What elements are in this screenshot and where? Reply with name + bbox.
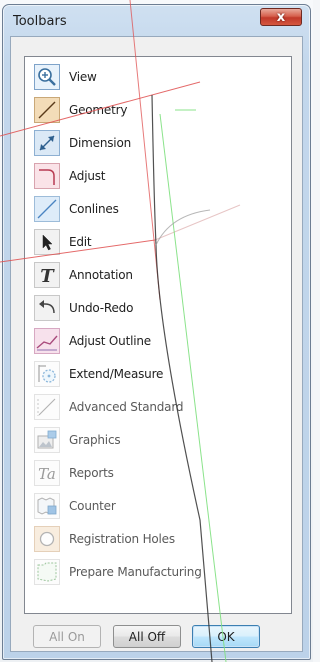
adjust-corner-icon — [33, 162, 61, 190]
toolbar-item-label: Edit — [69, 235, 92, 249]
toolbar-item-label: Annotation — [69, 268, 133, 282]
conline-icon — [33, 195, 61, 223]
toolbar-item-label: Reports — [69, 466, 114, 480]
dimension-arrows-icon — [33, 129, 61, 157]
annotation-glyph: T — [40, 266, 55, 287]
close-button[interactable]: x — [260, 8, 302, 26]
toolbar-item-registration-holes[interactable]: Registration Holes — [33, 524, 283, 554]
toolbar-item-label: Extend/Measure — [69, 367, 164, 381]
geometry-line-icon — [33, 96, 61, 124]
undo-arrow-icon — [33, 294, 61, 322]
toolbar-item-prepare-manufacturing[interactable]: Prepare Manufacturing — [33, 557, 283, 587]
toolbar-item-edit[interactable]: Edit — [33, 227, 283, 257]
adjust-outline-icon — [33, 327, 61, 355]
toolbar-item-conlines[interactable]: Conlines — [33, 194, 283, 224]
magnifier-icon — [33, 63, 61, 91]
toolbar-item-label: Advanced Standard — [69, 400, 184, 414]
toolbar-item-label: Adjust — [69, 169, 106, 183]
toolbar-item-label: View — [69, 70, 97, 84]
toolbar-item-label: Counter — [69, 499, 116, 513]
toolbar-item-label: Dimension — [69, 136, 131, 150]
prepare-manufacturing-icon — [33, 558, 61, 586]
ok-button[interactable]: OK — [192, 625, 260, 648]
toolbar-item-view[interactable]: View — [33, 62, 283, 92]
toolbar-item-label: Graphics — [69, 433, 121, 447]
extend-measure-icon — [33, 360, 61, 388]
counter-icon — [33, 492, 61, 520]
toolbar-item-graphics[interactable]: Graphics — [33, 425, 283, 455]
text-t-icon: T — [33, 261, 61, 289]
registration-hole-icon — [33, 525, 61, 553]
toolbar-item-adjust[interactable]: Adjust — [33, 161, 283, 191]
dialog-title: Toolbars — [13, 14, 67, 29]
toolbar-item-reports[interactable]: Ta Reports — [33, 458, 283, 488]
reports-glyph: Ta — [38, 465, 56, 483]
toolbar-item-counter[interactable]: Counter — [33, 491, 283, 521]
close-icon: x — [276, 9, 286, 25]
toolbar-item-label: Geometry — [69, 103, 128, 117]
toolbar-item-advanced-standard[interactable]: Advanced Standard — [33, 392, 283, 422]
advanced-standard-icon — [33, 393, 61, 421]
reports-ta-icon: Ta — [33, 459, 61, 487]
graphics-icon — [33, 426, 61, 454]
toolbar-item-label: Registration Holes — [69, 532, 175, 546]
toolbar-item-label: Undo-Redo — [69, 301, 134, 315]
screen-canvas: Toolbars x View Geometry Dimension Adjus… — [0, 0, 313, 662]
cursor-arrow-icon — [33, 228, 61, 256]
toolbar-item-annotation[interactable]: T Annotation — [33, 260, 283, 290]
toolbar-item-undo-redo[interactable]: Undo-Redo — [33, 293, 283, 323]
toolbar-item-label: Prepare Manufacturing — [69, 565, 202, 579]
toolbar-item-dimension[interactable]: Dimension — [33, 128, 283, 158]
toolbar-item-extend-measure[interactable]: Extend/Measure — [33, 359, 283, 389]
toolbar-item-geometry[interactable]: Geometry — [33, 95, 283, 125]
title-bar[interactable]: Toolbars x — [3, 5, 310, 37]
all-off-button[interactable]: All Off — [113, 625, 181, 648]
toolbar-list: View Geometry Dimension Adjust Conlines … — [24, 56, 292, 614]
toolbar-item-label: Conlines — [69, 202, 119, 216]
toolbar-item-label: Adjust Outline — [69, 334, 151, 348]
toolbar-item-adjust-outline[interactable]: Adjust Outline — [33, 326, 283, 356]
all-on-button[interactable]: All On — [33, 625, 101, 648]
